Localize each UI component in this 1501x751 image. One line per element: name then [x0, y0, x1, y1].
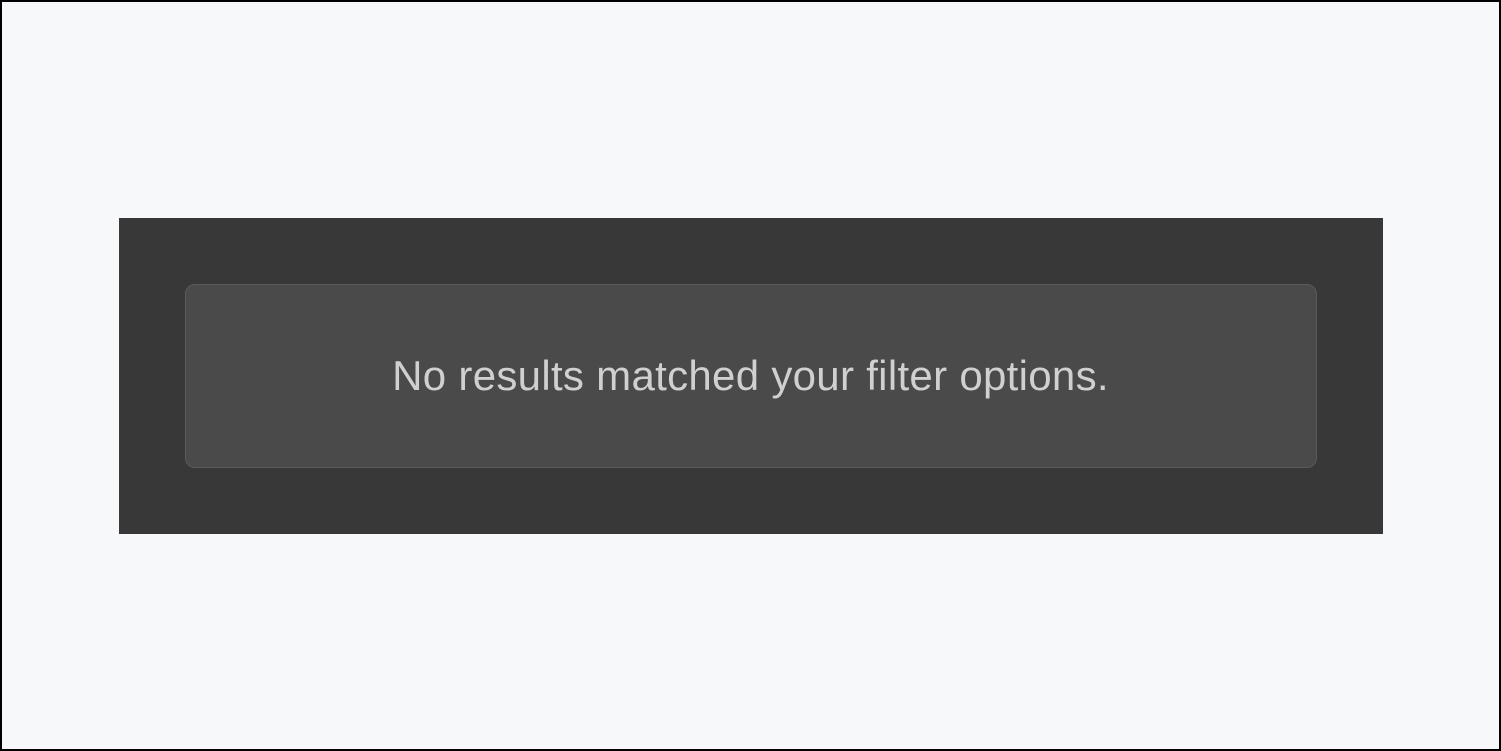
empty-state-box: No results matched your filter options. [185, 284, 1317, 468]
results-panel: No results matched your filter options. [119, 218, 1383, 534]
empty-state-message: No results matched your filter options. [392, 352, 1109, 400]
